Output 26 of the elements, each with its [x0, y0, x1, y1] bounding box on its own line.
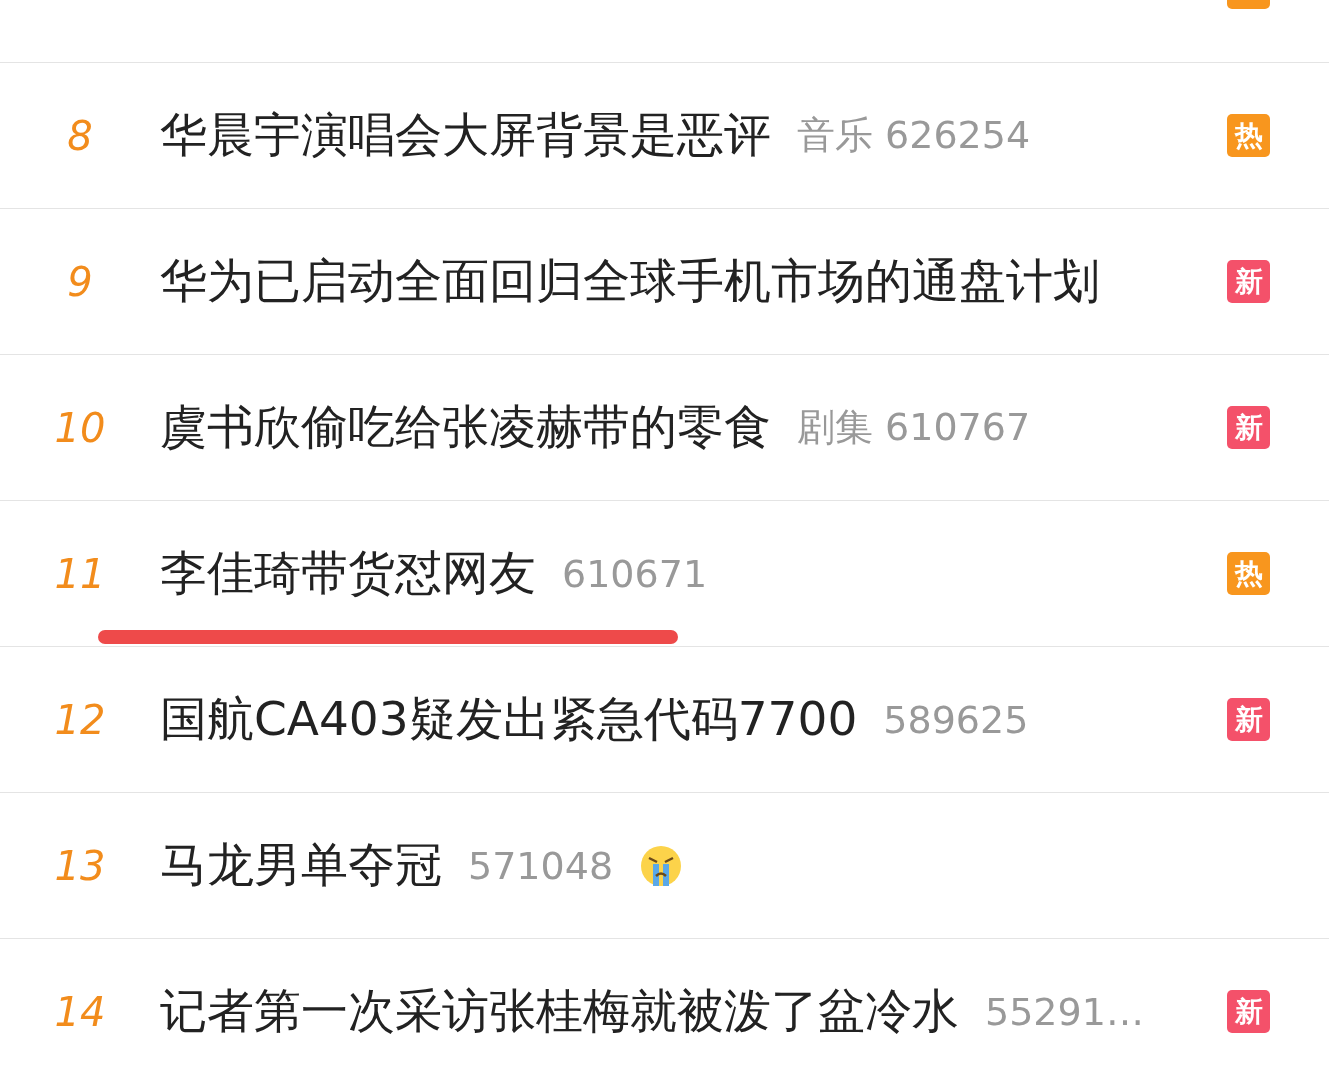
topic-title[interactable]: 华为已启动全面回归全球手机市场的通盘计划 — [160, 250, 1100, 313]
topic-title[interactable]: 记者第一次采访张桂梅就被泼了盆冷水 — [160, 980, 959, 1043]
rank-number: 8 — [66, 112, 94, 159]
topic-badge: 新 — [1227, 698, 1270, 741]
topic-title[interactable]: 国航CA403疑发出紧急代码7700 — [160, 688, 858, 751]
topic-badge: 新 — [1227, 990, 1270, 1033]
topic-badge: 新 — [1227, 260, 1270, 303]
topic-title[interactable]: 华晨宇演唱会大屏背景是恶评 — [160, 104, 771, 167]
topic-title[interactable]: 虞书欣偷吃给张凌赫带的零食 — [160, 396, 771, 459]
topic-meta: 音乐 626254 — [797, 112, 1031, 159]
topic-meta: 610671 — [562, 551, 708, 596]
rank-number: 12 — [53, 696, 107, 743]
rank-number: 13 — [53, 842, 107, 889]
rank-number: 14 — [53, 988, 107, 1035]
topic-badge: 热 — [1227, 114, 1270, 157]
topic-meta: 剧集 610767 — [797, 404, 1031, 451]
topic-meta: 571048 — [468, 843, 614, 888]
topic-meta: 55291… — [985, 989, 1144, 1034]
topic-badge: 新 — [1227, 406, 1270, 449]
topic-badge: 热 — [1227, 552, 1270, 595]
topic-title[interactable]: 李佳琦带货怼网友 — [160, 542, 536, 605]
rank-number: 10 — [53, 404, 107, 451]
rank-number: 9 — [66, 258, 94, 305]
rank-number: 11 — [53, 550, 107, 597]
topic-meta: 589625 — [883, 697, 1029, 742]
topic-title[interactable]: 马龙男单夺冠 — [160, 834, 442, 897]
